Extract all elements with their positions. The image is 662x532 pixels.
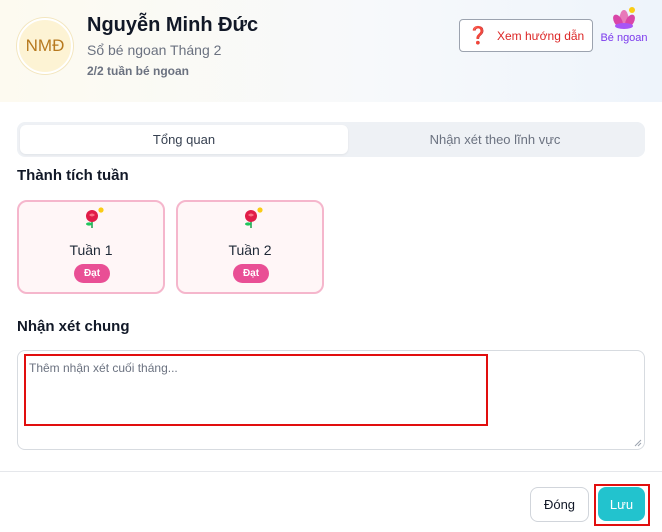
week-card-2: Tuần 2 Đạt [176, 200, 324, 294]
week-label: Tuần 2 [228, 242, 272, 258]
question-icon: ❓ [467, 25, 489, 45]
status-badge: Đạt [233, 264, 269, 283]
rose-icon [86, 207, 104, 228]
tab-overview[interactable]: Tổng quan [20, 125, 348, 154]
save-button[interactable]: Lưu [598, 487, 645, 521]
book-subtitle: Sổ bé ngoan Tháng 2 [87, 42, 222, 58]
status-badge: Đạt [74, 264, 110, 283]
comment-title: Nhận xét chung [17, 318, 130, 335]
badge-label: Bé ngoan [600, 32, 648, 44]
week-card-1: Tuần 1 Đạt [17, 200, 165, 294]
comment-field [17, 350, 645, 450]
resize-handle-icon[interactable] [634, 439, 642, 447]
student-header: NMĐ Nguyễn Minh Đức Sổ bé ngoan Tháng 2 … [0, 0, 662, 102]
avatar: NMĐ [17, 18, 73, 74]
progress-text: 2/2 tuần bé ngoan [87, 64, 190, 78]
guide-button-label: Xem hướng dẫn [496, 28, 585, 43]
tab-bar: Tổng quan Nhận xét theo lĩnh vực [17, 122, 645, 157]
guide-button[interactable]: ❓ Xem hướng dẫn [459, 19, 593, 52]
comment-input[interactable] [18, 351, 644, 449]
week-label: Tuần 1 [69, 242, 113, 258]
achievements-title: Thành tích tuần [17, 167, 129, 184]
student-name: Nguyễn Minh Đức [87, 14, 259, 36]
rose-icon [245, 207, 263, 228]
good-kid-badge[interactable]: Bé ngoan [598, 6, 650, 52]
footer-divider [0, 471, 662, 472]
tab-domain-comments[interactable]: Nhận xét theo lĩnh vực [348, 125, 642, 154]
lotus-icon [613, 7, 635, 29]
close-button[interactable]: Đóng [530, 487, 589, 522]
